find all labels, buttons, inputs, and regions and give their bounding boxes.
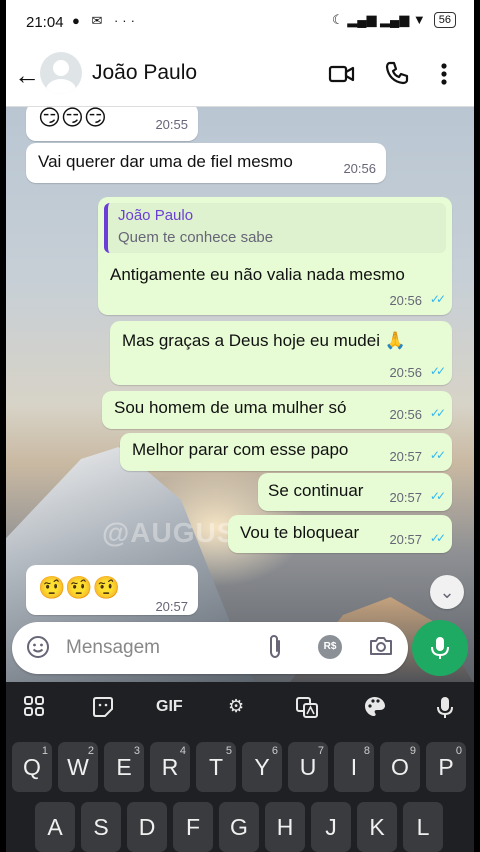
read-ticks-icon: ✓✓ [429,489,446,503]
apps-grid-icon[interactable] [24,696,44,721]
message-time: 20:57 [155,599,188,614]
notification-icons: ● ✉ ··· [72,13,139,28]
key-u[interactable]: U7 [288,742,328,792]
video-call-icon[interactable] [328,60,356,93]
message-outgoing[interactable]: Mas graças a Deus hoje eu mudei 🙏 20:56 … [110,321,452,385]
avatar[interactable] [40,52,82,94]
keyboard: Q1 W2 E3 R4 T5 Y6 U7 I8 O9 P0 A S D F G … [6,734,474,852]
quoted-text: Quem te conhece sabe [118,229,274,246]
back-arrow-icon[interactable]: ← [14,60,40,91]
message-text: 😏😏😏 [38,107,107,130]
message-incoming[interactable]: 😏😏😏 20:55 [26,107,198,141]
phone-screen: 21:04 ● ✉ ··· ☾ ▂▄▆ ▂▄▆ ▼ 56 ← João Paul… [6,0,474,852]
message-time: 20:56 [343,161,376,176]
more-options-icon[interactable] [440,62,448,91]
composer: R$ [6,614,474,682]
message-text: Se continuar [268,481,364,500]
status-time: 21:04 [26,14,64,31]
key-d[interactable]: D [127,802,167,852]
quoted-message[interactable]: João Paulo Quem te conhece sabe [104,203,446,253]
chat-header: ← João Paulo [6,44,474,107]
key-h[interactable]: H [265,802,305,852]
battery-icon: 56 [433,12,456,28]
message-text: Melhor parar com esse papo [132,440,349,459]
message-text: Mas graças a Deus hoje eu mudei 🙏 [122,331,406,350]
camera-icon[interactable] [368,634,394,664]
quoted-author: João Paulo [118,207,194,224]
message-text: Vai querer dar uma de fiel mesmo [38,152,293,171]
keyboard-toolbar: GIF ⚙ [6,682,474,734]
message-text: Antigamente eu não valia nada mesmo [110,265,405,284]
key-e[interactable]: E3 [104,742,144,792]
message-outgoing-reply[interactable]: João Paulo Quem te conhece sabe Antigame… [98,197,452,315]
translate-icon[interactable] [296,696,318,723]
message-time: 20:56 [389,293,422,308]
read-ticks-icon: ✓✓ [429,448,446,462]
chat-area[interactable]: 😏😏😏 20:55 Vai querer dar uma de fiel mes… [6,107,474,682]
key-s[interactable]: S [81,802,121,852]
message-time: 20:56 [389,365,422,380]
key-w[interactable]: W2 [58,742,98,792]
message-time: 20:57 [389,532,422,547]
message-time: 20:57 [389,490,422,505]
key-p[interactable]: P0 [426,742,466,792]
voice-input-icon[interactable] [436,696,454,725]
system-icons: ☾ ▂▄▆ ▂▄▆ ▼ 56 [332,12,456,28]
gif-button[interactable]: GIF [156,698,183,716]
key-g[interactable]: G [219,802,259,852]
contact-name[interactable]: João Paulo [92,61,197,85]
signal-wifi-icons: ☾ ▂▄▆ ▂▄▆ ▼ [331,12,426,27]
read-ticks-icon: ✓✓ [429,531,446,545]
scroll-down-icon[interactable]: ⌄ [430,575,464,609]
attach-icon[interactable] [264,634,286,666]
mic-button[interactable] [412,620,468,676]
phone-call-icon[interactable] [384,60,410,91]
status-bar: 21:04 ● ✉ ··· ☾ ▂▄▆ ▂▄▆ ▼ 56 [6,0,474,44]
message-outgoing[interactable]: Sou homem de uma mulher só 20:56 ✓✓ [102,391,452,429]
key-o[interactable]: O9 [380,742,420,792]
read-ticks-icon: ✓✓ [429,406,446,420]
message-outgoing[interactable]: Vou te bloquear 20:57 ✓✓ [228,515,452,553]
key-j[interactable]: J [311,802,351,852]
key-q[interactable]: Q1 [12,742,52,792]
message-time: 20:57 [389,449,422,464]
message-incoming[interactable]: 🤨🤨🤨 20:57 [26,565,198,615]
key-l[interactable]: L [403,802,443,852]
message-time: 20:56 [389,407,422,422]
message-input-pill: R$ [12,622,408,674]
settings-gear-icon[interactable]: ⚙ [228,696,244,717]
message-outgoing[interactable]: Melhor parar com esse papo 20:57 ✓✓ [120,433,452,471]
key-f[interactable]: F [173,802,213,852]
read-ticks-icon: ✓✓ [429,364,446,378]
message-input[interactable] [64,636,248,660]
key-i[interactable]: I8 [334,742,374,792]
message-outgoing[interactable]: Se continuar 20:57 ✓✓ [258,473,452,511]
message-time: 20:55 [155,117,188,132]
message-incoming[interactable]: Vai querer dar uma de fiel mesmo 20:56 [26,143,386,183]
key-k[interactable]: K [357,802,397,852]
message-text: Vou te bloquear [240,523,360,542]
message-text: 🤨🤨🤨 [38,575,121,600]
emoji-icon[interactable] [26,635,50,665]
sticker-icon[interactable] [92,696,114,723]
palette-icon[interactable] [364,696,386,723]
key-y[interactable]: Y6 [242,742,282,792]
payment-icon[interactable]: R$ [318,635,342,659]
key-t[interactable]: T5 [196,742,236,792]
message-text: Sou homem de uma mulher só [114,398,347,417]
key-r[interactable]: R4 [150,742,190,792]
key-a[interactable]: A [35,802,75,852]
read-ticks-icon: ✓✓ [429,292,446,306]
